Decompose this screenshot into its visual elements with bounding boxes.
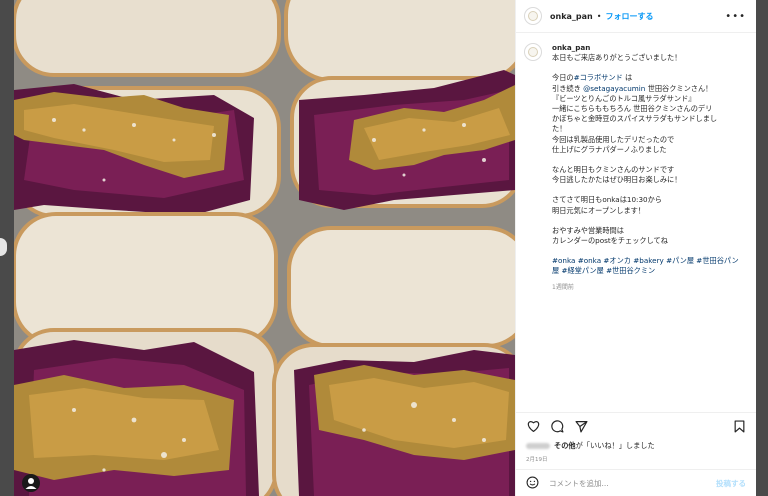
sandwich-photo — [14, 0, 515, 496]
caption-line: 今日の#コラボサンド は — [552, 73, 633, 83]
user-tag-icon[interactable] — [22, 474, 40, 492]
heart-icon[interactable] — [526, 419, 540, 433]
caption-username[interactable]: onka_pan — [552, 43, 742, 53]
caption-line: 『ビーツとりんごのトルコ風サラダサンド』 — [552, 93, 696, 103]
caption-line: た！ — [552, 124, 567, 134]
action-bar — [516, 412, 756, 439]
liker-name-blurred[interactable] — [526, 443, 550, 449]
bookmark-icon[interactable] — [732, 419, 746, 433]
caption-line: 今回は乳製品使用したデリだったので — [552, 134, 675, 144]
time-ago: 1週間前 — [552, 283, 574, 291]
likes-others[interactable]: その他 — [554, 441, 576, 451]
post-modal: onka_pan • フォローする ••• onka_pan 本日もご来店ありが… — [14, 0, 756, 496]
caption-section: onka_pan 本日もご来店ありがとうございました！ 今日の#コラボサンド は… — [516, 33, 756, 412]
likes-suffix: が「いいね！」しました — [575, 441, 655, 450]
caption-line: おやすみや営業時間は — [552, 225, 624, 235]
carousel-prev-edge[interactable] — [0, 238, 7, 256]
caption-line: 仕上げにグラナパダーノふりました — [552, 144, 667, 154]
post-sidebar: onka_pan • フォローする ••• onka_pan 本日もご来店ありが… — [515, 0, 756, 496]
caption-line: カレンダーのpostをチェックしてね — [552, 236, 668, 246]
hashtags[interactable]: #onka #onka #オンカ #bakery #パン屋 #世田谷パン屋 #経… — [552, 256, 742, 276]
caption-avatar[interactable] — [524, 43, 542, 61]
caption-line: 今日逃したかたはぜひ明日お楽しみに！ — [552, 175, 682, 185]
caption-line: 明日元気にオープンします！ — [552, 205, 646, 215]
hashtag-link[interactable]: #コラボサンド — [574, 73, 623, 82]
comment-icon[interactable] — [550, 419, 564, 433]
share-icon[interactable] — [574, 419, 588, 433]
caption-line: かぼちゃと金時豆のスパイスサラダもサンドしまし — [552, 114, 718, 124]
header-username[interactable]: onka_pan — [550, 12, 593, 21]
avatar-logo — [528, 47, 538, 57]
comment-input[interactable]: コメントを追加... — [549, 478, 609, 489]
header-separator: • — [596, 11, 602, 21]
post-date: 2月19日 — [526, 457, 548, 463]
caption: onka_pan 本日もご来店ありがとうございました！ 今日の#コラボサンド は… — [552, 43, 742, 412]
post-comment-button[interactable]: 投稿する — [716, 478, 746, 489]
comment-bar: コメントを追加... 投稿する — [516, 469, 756, 496]
smile-icon[interactable] — [526, 476, 539, 491]
caption-line: 引き続き @setagayacumin 世田谷クミンさん！ — [552, 83, 713, 93]
caption-line: なんと明日もクミンさんのサンドです — [552, 165, 675, 175]
post-header: onka_pan • フォローする ••• — [516, 0, 756, 33]
follow-button[interactable]: フォローする — [605, 11, 653, 22]
mention-link[interactable]: @setagayacumin — [583, 84, 645, 93]
avatar[interactable] — [524, 7, 542, 25]
post-photo — [14, 0, 515, 496]
caption-line: 一緒にこちらももちろん 世田谷クミンさんのデリ — [552, 104, 713, 114]
caption-line: さてさて明日もonkaは10:30から — [552, 195, 662, 205]
likes-summary: その他 が「いいね！」しました — [516, 439, 756, 453]
caption-line: 本日もご来店ありがとうございました！ — [552, 53, 682, 63]
more-horizontal-icon[interactable]: ••• — [725, 11, 746, 22]
avatar-logo — [528, 11, 538, 21]
